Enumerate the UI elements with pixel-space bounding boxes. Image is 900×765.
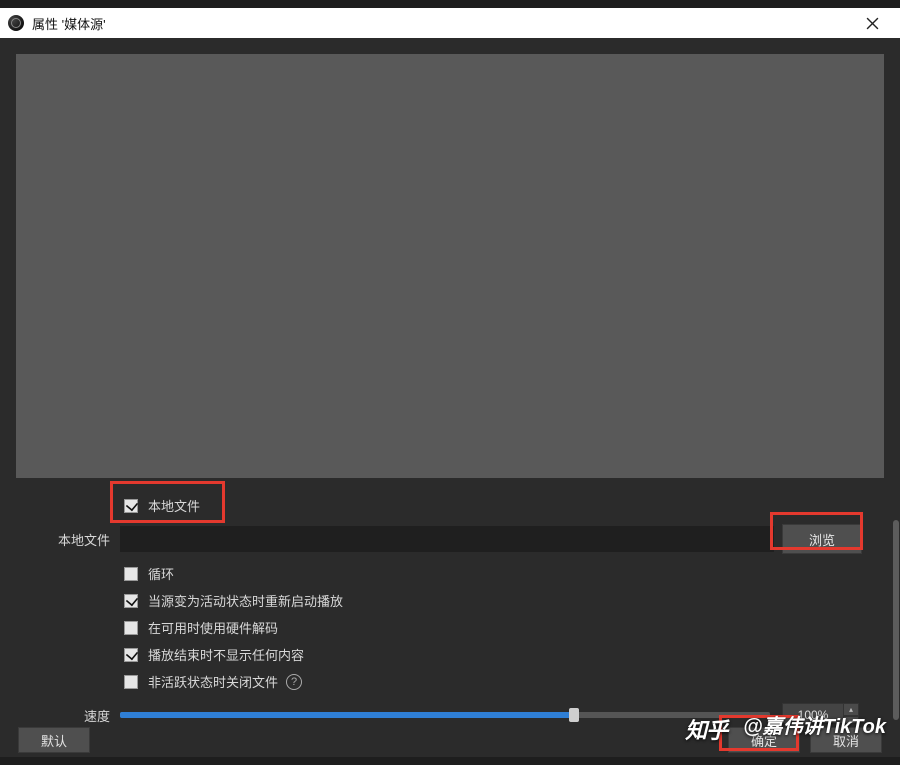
local-file-path-row: 本地文件 浏览 [0,521,880,560]
obs-icon [8,15,24,31]
speed-slider-fill [120,712,575,718]
speed-slider[interactable] [120,712,770,718]
ok-button[interactable]: 确定 [728,727,800,753]
restart-label: 当源变为活动状态时重新启动播放 [148,591,343,610]
restart-checkbox[interactable] [124,594,138,608]
local-file-path-input[interactable] [120,526,774,552]
local-file-checkbox[interactable] [124,499,138,513]
speed-row: 速度 100% ▴ ▾ [0,695,880,723]
local-file-checkbox-label: 本地文件 [148,496,200,515]
loop-label: 循环 [148,564,174,583]
end-hide-label: 播放结束时不显示任何内容 [148,645,304,664]
close-button[interactable] [852,11,892,35]
close-inactive-label: 非活跃状态时关闭文件 [148,672,278,691]
help-icon[interactable]: ? [286,674,302,690]
window-title: 属性 '媒体源' [32,14,106,33]
preview-area [16,54,884,478]
close-inactive-row: 非活跃状态时关闭文件 ? [0,668,880,695]
speed-spinbox[interactable]: 100% ▴ ▾ [782,703,844,723]
dialog-body: 本地文件 本地文件 浏览 循环 当源变为活动状态时重新启动播放 在可用时 [0,38,900,765]
hwdecode-row: 在可用时使用硬件解码 [0,614,880,641]
end-hide-row: 播放结束时不显示任何内容 [0,641,880,668]
speed-value: 100% [798,708,829,722]
local-file-checkbox-row: 本地文件 [0,486,880,521]
bottom-button-bar: 默认 确定 取消 [0,725,900,755]
speed-label: 速度 [0,706,120,724]
titlebar: 属性 '媒体源' [0,8,900,38]
hwdecode-label: 在可用时使用硬件解码 [148,618,278,637]
properties-panel: 本地文件 本地文件 浏览 循环 当源变为活动状态时重新启动播放 在可用时 [0,486,900,723]
parent-menu-hint [0,0,4,8]
defaults-button[interactable]: 默认 [18,727,90,753]
footer-stub [0,757,900,765]
cancel-button[interactable]: 取消 [810,727,882,753]
end-hide-checkbox[interactable] [124,648,138,662]
close-icon [866,17,879,30]
properties-inner: 本地文件 本地文件 浏览 循环 当源变为活动状态时重新启动播放 在可用时 [0,486,900,723]
speed-spin-buttons: ▴ ▾ [843,703,859,723]
restart-row: 当源变为活动状态时重新启动播放 [0,587,880,614]
speed-slider-thumb[interactable] [569,708,579,722]
browse-button[interactable]: 浏览 [782,524,862,554]
speed-spin-down[interactable]: ▾ [843,716,859,723]
close-inactive-checkbox[interactable] [124,675,138,689]
local-file-field-label: 本地文件 [0,530,120,549]
loop-checkbox[interactable] [124,567,138,581]
speed-spin-up[interactable]: ▴ [843,703,859,716]
hwdecode-checkbox[interactable] [124,621,138,635]
loop-row: 循环 [0,560,880,587]
